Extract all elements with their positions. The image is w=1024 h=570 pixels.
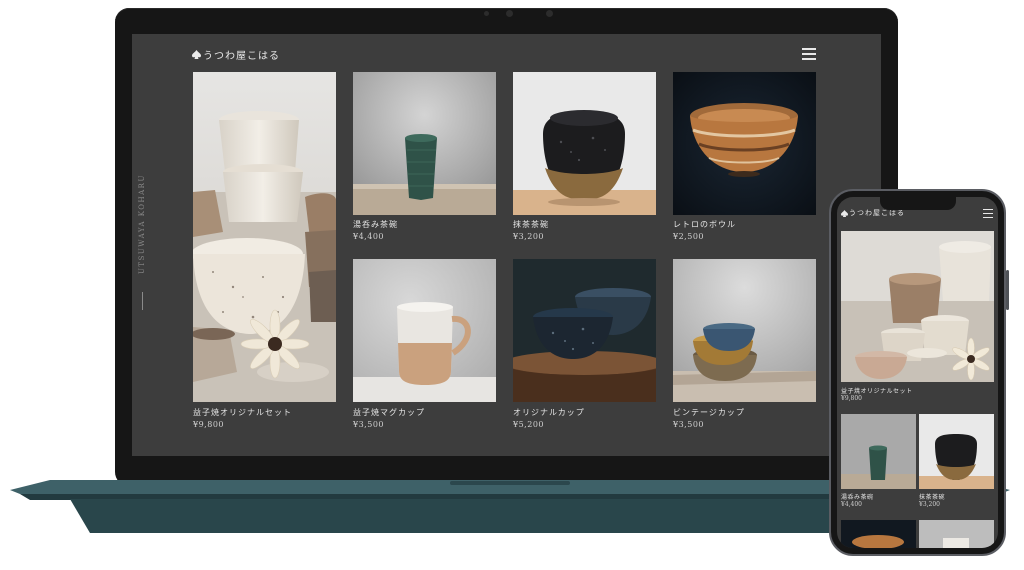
product-name[interactable]: 益子焼オリジナルセット — [193, 407, 292, 418]
product-name[interactable]: 湯呑み茶碗 — [353, 219, 398, 230]
product-name[interactable]: オリジナルカップ — [513, 407, 585, 418]
product-price: ¥5,200 — [513, 420, 544, 429]
product-price: ¥4,400 — [841, 501, 862, 508]
spade-icon — [192, 50, 201, 59]
product-name[interactable]: 抹茶茶碗 — [919, 492, 945, 501]
vertical-brand-text: UTSUWAYA KOHARU — [138, 174, 146, 274]
phone-screen: うつわ屋こはる 益子焼オリジナルセット ¥9,800 湯呑み茶碗 ¥4,400 … — [837, 197, 998, 548]
product-image-retro-bowl[interactable] — [673, 72, 816, 215]
product-price: ¥9,800 — [193, 420, 224, 429]
product-image-yunomi[interactable] — [353, 72, 496, 215]
product-image-mug[interactable] — [919, 520, 994, 548]
product-price: ¥3,500 — [673, 420, 704, 429]
hamburger-menu-icon[interactable] — [802, 48, 816, 60]
product-price: ¥3,200 — [513, 232, 544, 241]
sensor-dot — [546, 10, 553, 17]
hamburger-menu-icon[interactable] — [983, 209, 993, 221]
camera-lens — [506, 10, 513, 17]
product-name[interactable]: 抹茶茶碗 — [513, 219, 549, 230]
laptop-underside — [70, 499, 910, 533]
product-image-set[interactable] — [193, 72, 336, 402]
product-image-yunomi[interactable] — [841, 414, 916, 489]
product-name[interactable]: 益子焼マグカップ — [353, 407, 425, 418]
product-image-set[interactable] — [841, 231, 994, 382]
product-name[interactable]: 益子焼オリジナルセット — [841, 386, 913, 395]
camera-dot — [484, 11, 489, 16]
product-price: ¥3,200 — [919, 501, 940, 508]
phone-notch — [880, 197, 956, 210]
product-name[interactable]: 湯呑み茶碗 — [841, 492, 874, 501]
product-image-retro-bowl[interactable] — [841, 520, 916, 548]
product-image-vintage-cup[interactable] — [673, 259, 816, 402]
product-price: ¥3,500 — [353, 420, 384, 429]
logo-text: うつわ屋こはる — [203, 51, 280, 62]
product-price: ¥9,800 — [841, 395, 862, 402]
phone-side-button — [1006, 270, 1009, 310]
vertical-divider — [142, 292, 143, 310]
spade-icon — [841, 209, 848, 217]
product-name[interactable]: レトロのボウル — [673, 219, 736, 230]
product-image-matcha[interactable] — [919, 414, 994, 489]
laptop-screen: うつわ屋こはる UTSUWAYA KOHARU 益子焼オリジナルセット ¥9,8… — [132, 34, 881, 456]
site-logo[interactable]: うつわ屋こはる — [192, 47, 280, 62]
product-price: ¥2,500 — [673, 232, 704, 241]
product-image-mug[interactable] — [353, 259, 496, 402]
product-image-original-cup[interactable] — [513, 259, 656, 402]
product-name[interactable]: ビンテージカップ — [673, 407, 745, 418]
product-image-matcha[interactable] — [513, 72, 656, 215]
product-price: ¥4,400 — [353, 232, 384, 241]
